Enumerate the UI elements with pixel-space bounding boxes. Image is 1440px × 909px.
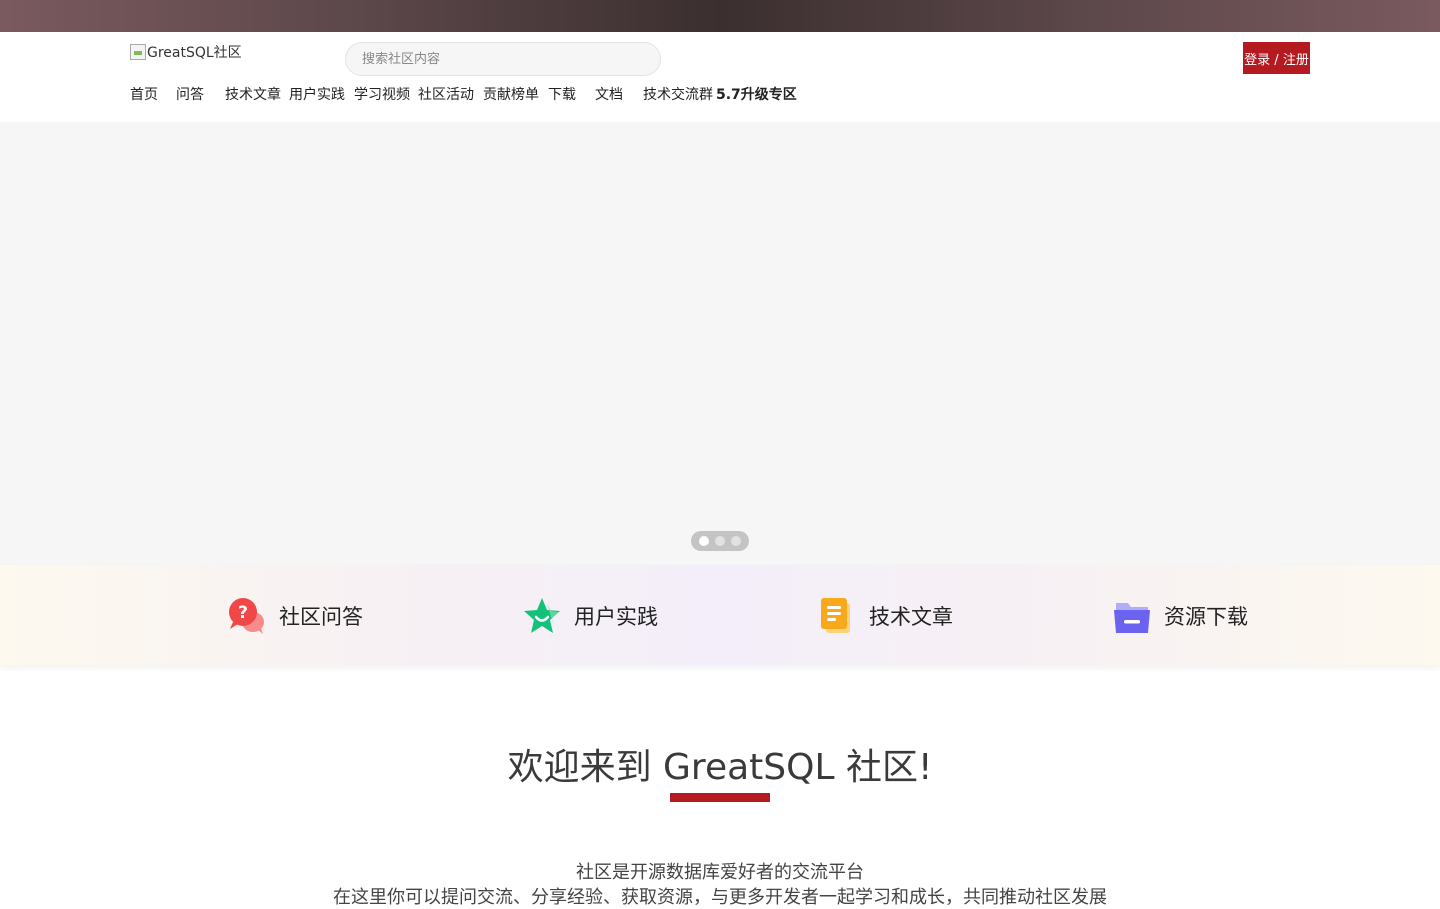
svg-text:?: ? — [238, 603, 248, 623]
carousel-dot-3[interactable] — [731, 536, 741, 546]
nav-item-upgrade-57[interactable]: 5.7升级专区 — [716, 84, 797, 104]
folder-icon — [1114, 603, 1150, 633]
nav-item-events[interactable]: 社区活动 — [418, 84, 483, 104]
welcome-description-line-2: 在这里你可以提问交流、分享经验、获取资源，与更多开发者一起学习和成长，共同推动社… — [333, 887, 1107, 908]
feature-bar: ? 社区问答 用户实践 技术文章 资源下载 — [0, 565, 1440, 665]
feature-label: 资源下载 — [1164, 605, 1248, 629]
logo-alt-text: GreatSQL社区 — [147, 45, 242, 61]
nav-item-articles[interactable]: 技术文章 — [225, 84, 289, 104]
carousel-dot-1[interactable] — [699, 536, 709, 546]
feature-user-practice[interactable]: 用户实践 — [523, 597, 658, 635]
nav-item-groups[interactable]: 技术交流群 — [643, 84, 716, 104]
top-banner — [0, 0, 1440, 32]
nav-item-qa[interactable]: 问答 — [176, 84, 225, 104]
carousel-indicators — [691, 531, 749, 551]
main-nav: 首页 问答 技术文章 用户实践 学习视频 社区活动 贡献榜单 下载 文档 技术交… — [130, 84, 797, 104]
broken-image-icon — [130, 44, 146, 60]
question-chat-icon: ? — [229, 598, 264, 634]
star-icon — [524, 598, 560, 633]
nav-item-home[interactable]: 首页 — [130, 84, 176, 104]
feature-community-qa[interactable]: ? 社区问答 — [228, 597, 363, 635]
site-header: GreatSQL社区 登录 / 注册 首页 问答 技术文章 用户实践 学习视频 … — [0, 32, 1440, 122]
nav-item-videos[interactable]: 学习视频 — [354, 84, 418, 104]
feature-resource-download[interactable]: 资源下载 — [1113, 597, 1248, 635]
search-box — [345, 42, 661, 76]
site-logo[interactable]: GreatSQL社区 — [130, 42, 242, 62]
feature-tech-articles[interactable]: 技术文章 — [818, 597, 953, 635]
search-input[interactable] — [346, 43, 660, 75]
feature-label: 社区问答 — [279, 605, 363, 629]
nav-item-download[interactable]: 下载 — [548, 84, 595, 104]
nav-item-ranking[interactable]: 贡献榜单 — [483, 84, 548, 104]
feature-label: 用户实践 — [574, 605, 658, 629]
nav-item-practice[interactable]: 用户实践 — [289, 84, 354, 104]
nav-item-docs[interactable]: 文档 — [595, 84, 643, 104]
hero-carousel[interactable] — [0, 122, 1440, 565]
document-icon — [821, 598, 850, 633]
welcome-title: 欢迎来到 GreatSQL 社区! — [507, 747, 933, 788]
welcome-description-line-1: 社区是开源数据库爱好者的交流平台 — [576, 862, 864, 883]
carousel-dot-2[interactable] — [715, 536, 725, 546]
title-underline — [670, 793, 770, 802]
feature-label: 技术文章 — [869, 605, 953, 629]
login-register-button[interactable]: 登录 / 注册 — [1243, 42, 1310, 74]
